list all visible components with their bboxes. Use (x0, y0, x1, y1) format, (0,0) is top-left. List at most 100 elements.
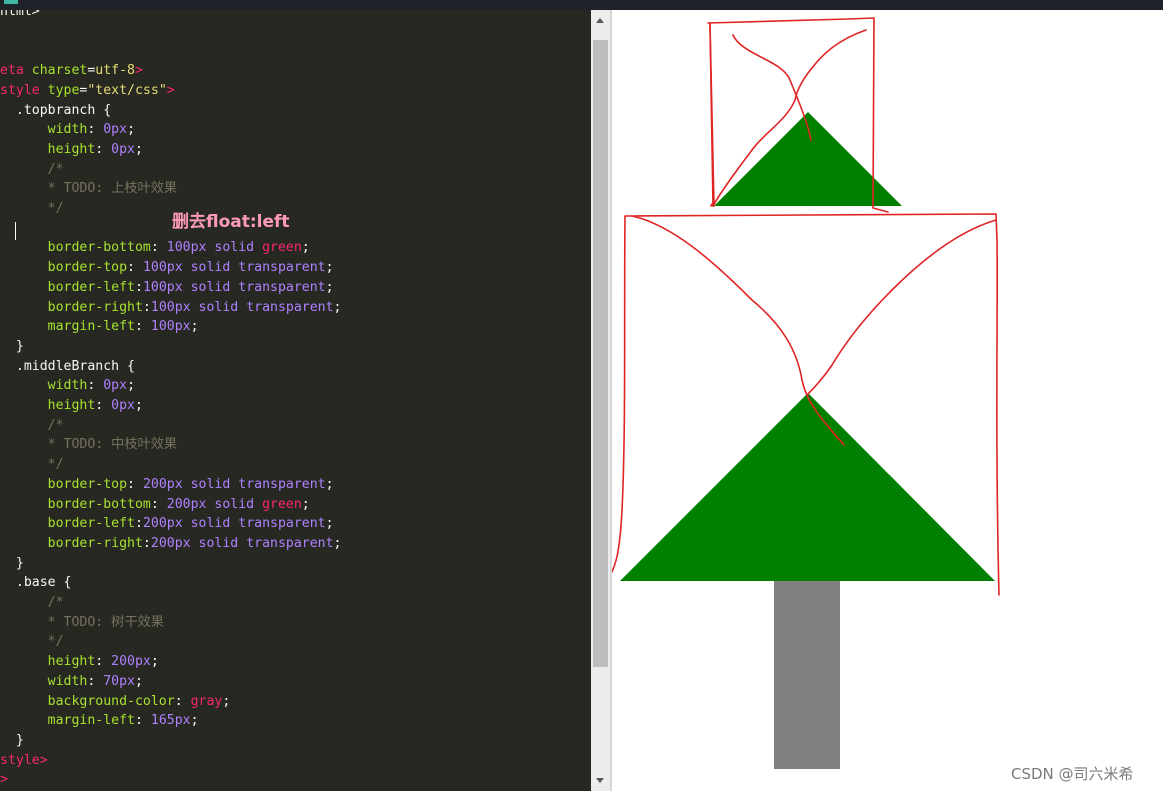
editor-scrollbar[interactable] (591, 10, 610, 791)
code-line[interactable]: * TODO: 中枝叶效果 (0, 435, 177, 455)
code-token: : (87, 673, 104, 689)
editor-tab-marker[interactable] (4, 0, 18, 4)
code-token: : (127, 260, 143, 276)
code-line[interactable]: } (0, 337, 24, 357)
code-line[interactable]: margin-left: 100px; (0, 317, 199, 337)
code-editor[interactable]: html> eta charset=utf-8> style type="text/… (0, 10, 591, 791)
code-line[interactable]: style> (0, 751, 48, 771)
code-line[interactable]: border-right:100px solid transparent; (0, 298, 342, 318)
code-token: ; (301, 240, 310, 256)
code-line[interactable]: border-top: 200px solid transparent; (0, 475, 334, 495)
code-token: border-right (47, 535, 143, 551)
code-line[interactable]: * TODO: 树干效果 (0, 613, 164, 633)
code-line[interactable]: .topbranch { (0, 101, 111, 121)
code-token: /* (0, 161, 64, 177)
code-token: border-bottom (47, 240, 151, 256)
code-line[interactable]: border-bottom: 100px solid green; (0, 238, 310, 258)
code-token: 0px (103, 378, 128, 394)
code-token: style (0, 82, 48, 98)
code-token: > (135, 63, 143, 79)
code-line[interactable]: */ (0, 632, 64, 652)
code-line[interactable]: width: 70px; (0, 672, 143, 692)
code-line[interactable]: margin-left: 165px; (0, 711, 199, 731)
code-line[interactable]: border-left:200px solid transparent; (0, 514, 334, 534)
code-line[interactable]: */ (0, 455, 64, 475)
code-line[interactable]: width: 0px; (0, 120, 135, 140)
code-token: ; (135, 673, 143, 689)
code-token: 200px (111, 654, 151, 670)
cross-middle-b (806, 219, 997, 396)
code-line[interactable]: .middleBranch { (0, 357, 135, 377)
code-token: ; (127, 378, 136, 394)
code-line[interactable]: height: 200px; (0, 652, 159, 672)
code-token: : (134, 319, 151, 335)
code-token: > (0, 772, 8, 788)
code-line[interactable]: } (0, 731, 24, 751)
code-token: ; (325, 260, 334, 276)
code-token: width (47, 378, 88, 394)
code-token: 70px (103, 673, 135, 689)
code-line[interactable]: border-top: 100px solid transparent; (0, 258, 334, 278)
code-token: * TODO: 树干效果 (0, 614, 164, 630)
scroll-down-arrow-icon[interactable] (596, 778, 604, 783)
code-token: > (166, 82, 175, 98)
code-line[interactable]: } (0, 554, 24, 574)
code-token: ; (333, 535, 342, 551)
code-line[interactable]: border-left:100px solid transparent; (0, 278, 334, 298)
code-token: 100px (166, 240, 207, 256)
code-line[interactable]: background-color: gray; (0, 692, 231, 712)
scroll-thumb[interactable] (593, 40, 608, 667)
code-token: height (47, 141, 96, 157)
code-token: ; (325, 279, 334, 295)
code-token: charset (31, 63, 88, 79)
code-token: border-left (47, 516, 135, 532)
code-token: } (0, 338, 24, 354)
code-token: ; (190, 319, 199, 335)
code-line[interactable]: /* (0, 160, 64, 180)
code-line[interactable]: border-right:200px solid transparent; (0, 534, 342, 554)
code-line[interactable]: /* (0, 416, 64, 436)
code-line[interactable]: border-bottom: 200px solid green; (0, 495, 310, 515)
code-token: : (87, 378, 104, 394)
code-token: */ (0, 201, 64, 216)
code-token: 200px (142, 476, 183, 492)
code-token: .topbranch { (0, 102, 112, 118)
code-line[interactable]: height: 0px; (0, 396, 143, 416)
code-token: width (47, 122, 88, 138)
code-line[interactable]: html> (0, 10, 40, 22)
code-token: */ (0, 634, 64, 650)
code-line[interactable]: * TODO: 上枝叶效果 (0, 179, 177, 199)
code-line[interactable]: width: 0px; (0, 376, 135, 396)
code-line[interactable]: > (0, 770, 8, 790)
code-line[interactable]: style type="text/css"> (0, 81, 175, 101)
code-token: ; (301, 496, 310, 512)
csdn-watermark: CSDN @司六米希 (1011, 765, 1134, 783)
text-cursor (15, 222, 16, 240)
code-line[interactable]: height: 0px; (0, 140, 143, 160)
code-line[interactable]: .base { (0, 573, 72, 593)
code-token: background-color (47, 693, 175, 709)
scroll-up-arrow-icon[interactable] (596, 18, 604, 23)
code-token: transparent (238, 476, 326, 492)
code-line[interactable]: */ (0, 199, 64, 219)
code-token: : (142, 299, 151, 315)
code-token: /* (0, 417, 64, 433)
code-token: eta (0, 63, 32, 79)
code-token: : (150, 496, 167, 512)
code-line[interactable]: eta charset=utf-8> (0, 61, 143, 81)
code-line[interactable]: /* (0, 593, 64, 613)
code-token: margin-left (47, 319, 135, 335)
code-token: transparent (238, 260, 326, 276)
code-token: solid (198, 299, 239, 315)
